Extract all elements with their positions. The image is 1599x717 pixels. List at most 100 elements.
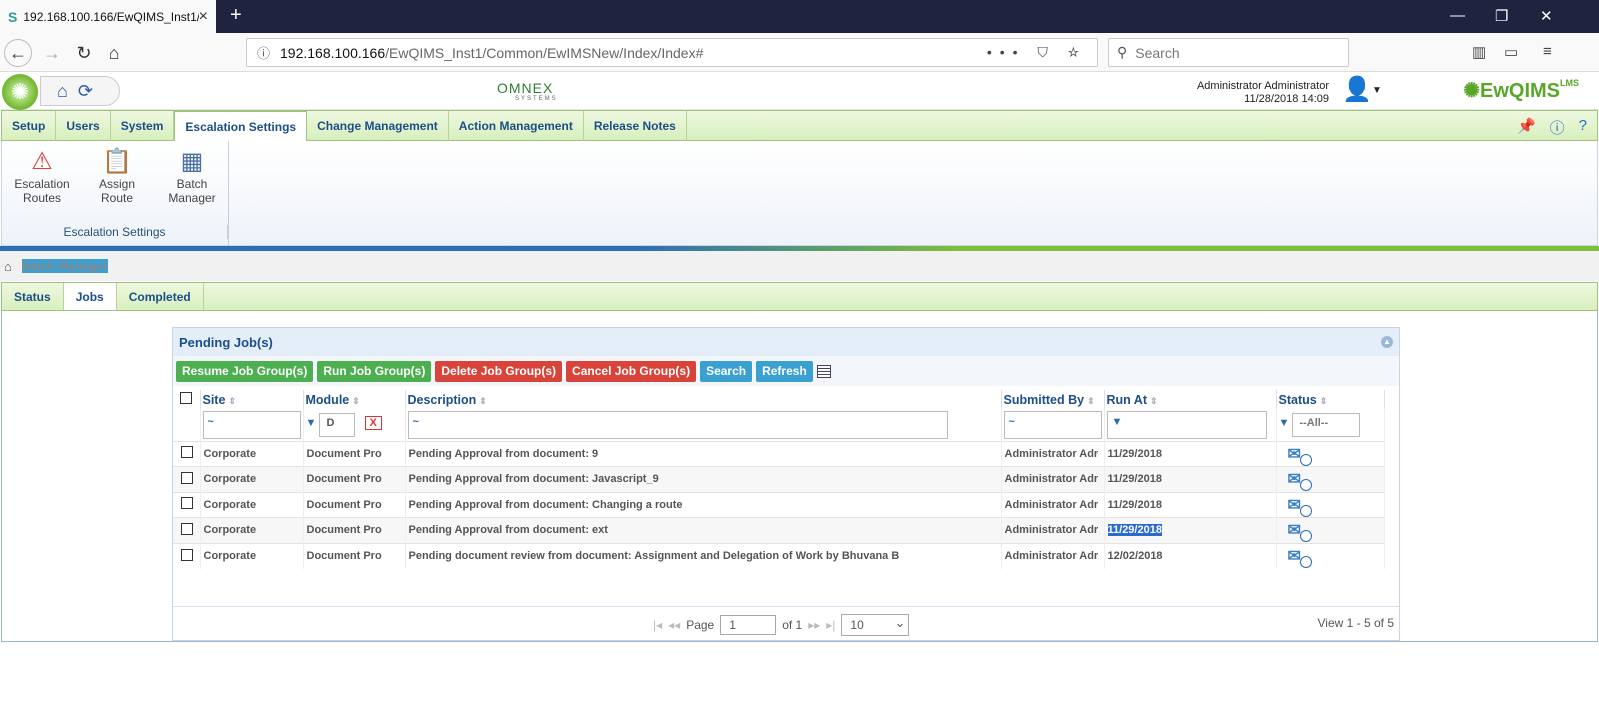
row-checkbox[interactable] [181,548,193,561]
menu-users[interactable]: Users [56,111,111,141]
minimize-icon[interactable]: — [1450,7,1465,24]
tab-status[interactable]: Status [2,283,64,310]
menu-action-management[interactable]: Action Management [449,111,584,141]
home-button-icon[interactable]: ⌂ [57,81,68,102]
last-page-icon[interactable]: ▸| [826,618,835,632]
table-row[interactable]: Corporate Document Pro Pending Approval … [173,440,1385,467]
menu-setup[interactable]: Setup [2,111,57,141]
prev-page-icon[interactable]: ◂◂ [668,618,680,632]
column-header-status[interactable]: Status ⇕ [1276,390,1385,409]
breadcrumb-home-icon[interactable]: ⌂ [4,259,12,274]
menu-change-management[interactable]: Change Management [307,111,449,141]
sidebar-icon[interactable]: ▭ [1504,43,1518,61]
row-checkbox[interactable] [181,497,193,510]
refresh-button[interactable]: Refresh [756,360,813,382]
site-filter-input[interactable]: ~ [202,410,301,439]
menu-release-notes[interactable]: Release Notes [584,111,687,141]
run-at-filter-icon[interactable]: ▼ [1112,416,1123,428]
tab-jobs[interactable]: Jobs [63,283,117,310]
collapse-icon[interactable]: ▲ [1381,336,1393,348]
column-header-description[interactable]: Description ⇕ [405,390,1002,409]
panel-header: Pending Job(s) ▲ [173,328,1399,356]
scheduled-status-icon[interactable]: ✉ [1288,444,1312,466]
column-header-site[interactable]: Site ⇕ [200,390,304,409]
escalation-routes-button[interactable]: ⚠ Escalation Routes [12,147,72,205]
delete-job-group-button[interactable]: Delete Job Group(s) [435,360,563,382]
assign-route-button[interactable]: 📋 Assign Route [87,147,147,205]
table-row[interactable]: Corporate Document Pro Pending Approval … [173,517,1385,543]
url-path: /EwQIMS_Inst1/Common/EwIMSNew/Index/Inde… [385,44,704,61]
column-header-run-at[interactable]: Run At ⇕ [1104,390,1277,409]
tab-completed[interactable]: Completed [117,283,204,310]
library-icon[interactable]: ▥ [1472,43,1486,61]
page-size-select[interactable]: 10 [841,614,910,636]
info-icon[interactable]: ⓘ [1550,117,1565,138]
search-icon: ⚲ [1117,44,1128,60]
description-filter-input[interactable]: ~ [407,410,948,439]
pin-icon[interactable]: 📌 [1517,117,1536,138]
table-row[interactable]: Corporate Document Pro Pending document … [173,542,1385,569]
browser-tab[interactable]: S 192.168.100.166/EwQIMS_Inst1/ × [0,0,216,33]
table-row[interactable]: Corporate Document Pro Pending Approval … [173,466,1385,492]
browser-titlebar: S 192.168.100.166/EwQIMS_Inst1/ × + — ❐ … [0,0,1599,33]
escalation-routes-label: Escalation Routes [14,177,70,205]
menu-system[interactable]: System [111,111,175,141]
close-tab-icon[interactable]: × [199,8,208,26]
home-group: ⌂ ⟳ [40,76,120,106]
submitted-by-filter-input[interactable]: ~ [1003,410,1102,439]
cell-run-at: 12/02/2018 [1104,542,1277,569]
cancel-job-group-button[interactable]: Cancel Job Group(s) [566,360,697,382]
scheduled-status-icon[interactable]: ✉ [1288,469,1312,492]
scheduled-status-icon[interactable]: ✉ [1288,546,1312,568]
cell-submitted-by: Administrator Adr [1001,466,1105,492]
reload-icon[interactable]: ↻ [70,39,98,67]
clear-filter-button[interactable]: X [364,415,382,430]
restore-icon[interactable]: ❐ [1495,7,1508,25]
home-icon[interactable]: ⌂ [100,39,128,67]
table-row[interactable]: Corporate Document Pro Pending Approval … [173,491,1385,518]
first-page-icon[interactable]: |◂ [653,618,662,632]
help-icon[interactable]: ? [1579,117,1587,138]
forward-icon[interactable]: → [38,39,66,67]
new-tab-icon[interactable]: + [230,4,242,27]
cell-description: Pending Approval from document: Javascri… [405,466,1002,492]
back-icon[interactable]: ← [4,39,32,67]
scheduled-status-icon[interactable]: ✉ [1288,495,1312,517]
cell-submitted-by: Administrator Adr [1001,440,1105,467]
menu-escalation-settings[interactable]: Escalation Settings [174,111,308,142]
url-host: 192.168.100.166 [280,44,386,61]
run-job-group-button[interactable]: Run Job Group(s) [317,360,432,382]
module-filter-select[interactable]: D [319,412,356,437]
url-actions-icon[interactable]: ••• ⛉ ☆ [987,44,1087,61]
row-checkbox[interactable] [181,522,193,535]
close-window-icon[interactable]: ✕ [1540,7,1553,25]
cell-module: Document Pro [303,542,406,569]
search-button[interactable]: Search [700,360,753,382]
status-filter-select[interactable]: --All-- [1292,412,1361,437]
resume-job-group-button[interactable]: Resume Job Group(s) [176,360,314,382]
column-header-module[interactable]: Module ⇕ [303,390,406,409]
cell-description: Pending Approval from document: ext [405,517,1002,543]
run-at-filter-input[interactable]: ▼ [1106,410,1267,439]
row-checkbox[interactable] [181,471,193,484]
status-filter-icon[interactable]: ▼ [1279,417,1290,429]
refresh-button-icon[interactable]: ⟳ [78,81,93,102]
info-icon[interactable]: ⓘ [257,43,270,62]
select-all-checkbox[interactable] [180,392,192,404]
page-number-input[interactable]: 1 [720,615,777,635]
scheduled-status-icon[interactable]: ✉ [1288,520,1312,543]
browser-search-input[interactable]: ⚲ Search [1108,38,1349,67]
column-header-submitted-by[interactable]: Submitted By ⇕ [1001,390,1105,409]
row-checkbox[interactable] [181,446,193,459]
omnex-logo: OMNEX SYSTEMS [497,80,558,102]
avatar[interactable]: 👤 [1342,75,1372,107]
app-logo-icon[interactable]: ✺ [2,74,38,110]
column-chooser-icon[interactable] [816,364,831,378]
cell-run-at: 11/29/2018 [1104,466,1277,492]
menu-icon[interactable]: ≡ [1543,43,1552,60]
chevron-down-icon[interactable]: ▼ [1372,85,1382,96]
batch-manager-button[interactable]: ▦ Batch Manager [162,147,222,205]
module-filter-icon[interactable]: ▼ [306,417,317,429]
url-bar[interactable]: ⓘ 192.168.100.166/EwQIMS_Inst1/Common/Ew… [246,38,1098,67]
next-page-icon[interactable]: ▸▸ [808,618,820,632]
